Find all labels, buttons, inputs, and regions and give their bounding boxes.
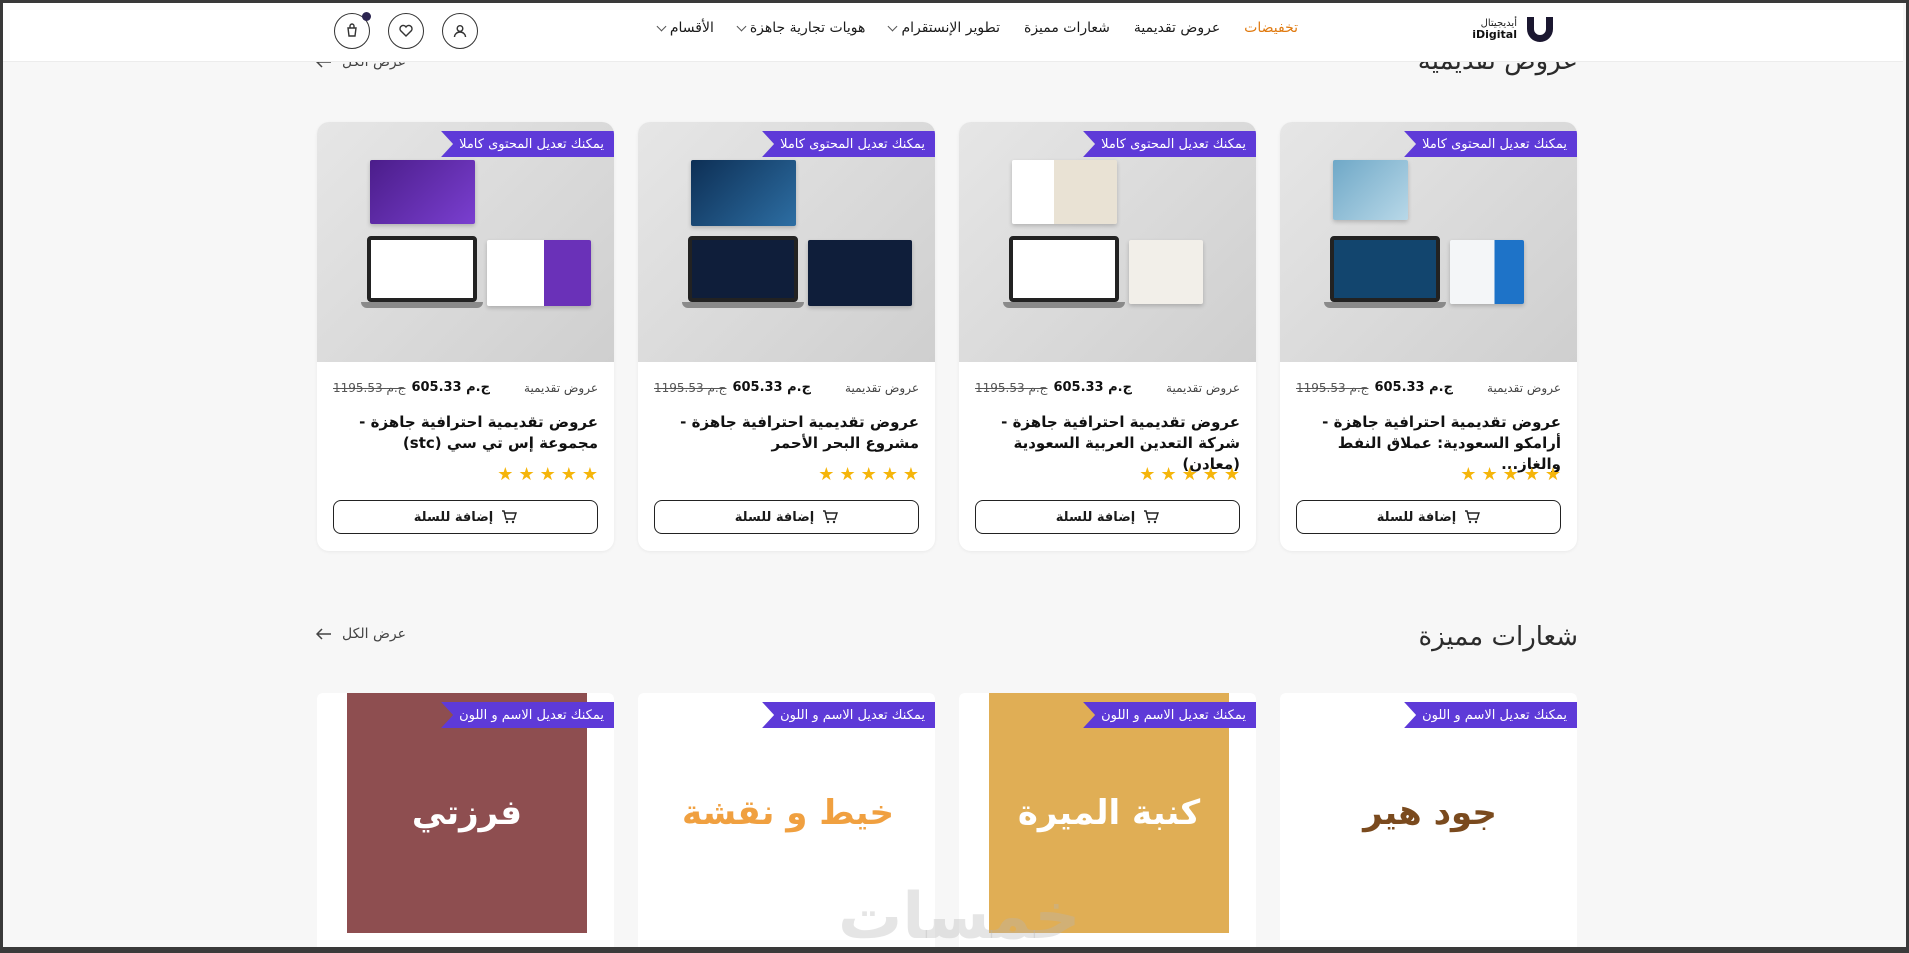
old-price: 1195.53 ج.م	[975, 380, 1048, 395]
old-price: 1195.53 ج.م	[654, 380, 727, 395]
nav-label: هويات تجارية جاهزة	[749, 20, 866, 36]
product-ribbon: يمكنك تعديل المحتوى كاملا	[762, 131, 935, 157]
add-to-cart-button[interactable]: إضافة للسلة	[1296, 500, 1561, 534]
cart-button[interactable]	[334, 12, 371, 49]
add-to-cart-button[interactable]: إضافة للسلة	[654, 500, 919, 534]
chevron-down-icon	[887, 21, 898, 31]
nav-label: تخفيضات	[1244, 20, 1298, 36]
watermark: خمسات	[838, 880, 1081, 953]
chevron-down-icon	[736, 21, 747, 31]
nav-presentations[interactable]: عروض تقديمية	[1134, 20, 1220, 36]
main-nav: الأقسام هويات تجارية جاهزة تطوير الإنستق…	[656, 20, 1298, 36]
product-category: عروض تقديمية	[524, 380, 598, 395]
cart-icon	[1465, 510, 1481, 524]
rating-stars: ★ ★ ★ ★ ★	[1139, 464, 1240, 485]
add-to-cart-label: إضافة للسلة	[1376, 509, 1457, 525]
product-title[interactable]: عروض تقديمية احترافية جاهزة - مجموعة إس …	[333, 412, 598, 454]
rating-stars: ★ ★ ★ ★ ★	[818, 464, 919, 485]
product-title[interactable]: عروض تقديمية احترافية جاهزة - مشروع البح…	[654, 412, 919, 454]
current-price: 605.33 ج.م	[732, 380, 811, 395]
view-all-label: عرض الكل	[342, 626, 406, 642]
logo-english-text: iDigital	[1472, 28, 1517, 42]
nav-label: شعارات مميزة	[1023, 20, 1110, 36]
product-card[interactable]: يمكنك تعديل المحتوى كاملا 1195.53 ج.م 60…	[959, 122, 1256, 551]
logo-artwork-text: جود هير	[1363, 793, 1497, 833]
arrow-left-icon	[316, 628, 331, 640]
product-thumbnail	[959, 122, 1256, 362]
cart-badge	[362, 12, 371, 21]
nav-label: عروض تقديمية	[1133, 20, 1221, 36]
logo-artwork: جود هير	[1310, 693, 1550, 933]
product-card[interactable]: يمكنك تعديل المحتوى كاملا 1195.53 ج.م 60…	[1280, 122, 1577, 551]
product-prices: 1195.53 ج.م 605.33 ج.م	[333, 380, 490, 395]
logo-artwork-text: كنبة الميرة	[1017, 793, 1201, 833]
product-ribbon: يمكنك تعديل المحتوى كاملا	[441, 131, 614, 157]
add-to-cart-button[interactable]: إضافة للسلة	[333, 500, 598, 534]
product-prices: 1195.53 ج.م 605.33 ج.م	[975, 380, 1132, 395]
product-category: عروض تقديمية	[1166, 380, 1240, 395]
add-to-cart-label: إضافة للسلة	[1055, 509, 1136, 525]
logo-ribbon: يمكنك تعديل الاسم و اللون	[762, 702, 935, 728]
logo-ribbon: يمكنك تعديل الاسم و اللون	[1083, 702, 1256, 728]
header-actions	[334, 12, 478, 49]
old-price: 1195.53 ج.م	[1296, 380, 1369, 395]
user-icon	[453, 25, 467, 38]
logo-card[interactable]: جود هير يمكنك تعديل الاسم و اللون	[1280, 693, 1577, 953]
logo-mark-icon	[1523, 15, 1557, 45]
rating-stars: ★ ★ ★ ★ ★	[497, 464, 598, 485]
nav-label: الأقسام	[669, 20, 714, 36]
nav-label: تطوير الإنستقرام	[901, 20, 1000, 36]
product-category: عروض تقديمية	[1487, 380, 1561, 395]
logo-artwork-text: فرزتي	[411, 793, 523, 833]
product-card[interactable]: يمكنك تعديل المحتوى كاملا 1195.53 ج.م 60…	[638, 122, 935, 551]
cart-icon	[347, 23, 357, 37]
product-thumbnail	[317, 122, 614, 362]
product-card[interactable]: يمكنك تعديل المحتوى كاملا 1195.53 ج.م 60…	[317, 122, 614, 551]
product-prices: 1195.53 ج.م 605.33 ج.م	[654, 380, 811, 395]
current-price: 605.33 ج.م	[411, 380, 490, 395]
nav-brand-identities[interactable]: هويات تجارية جاهزة	[736, 20, 866, 36]
cart-icon	[502, 510, 518, 524]
account-button[interactable]	[442, 13, 478, 49]
view-all-logos[interactable]: عرض الكل	[316, 626, 406, 642]
nav-sale[interactable]: تخفيضات	[1244, 20, 1298, 36]
site-logo[interactable]: أيديجيتال iDigital	[1465, 14, 1557, 46]
heart-icon	[399, 24, 413, 37]
logo-artwork-text: خيط و نقشة	[681, 793, 895, 833]
add-to-cart-button[interactable]: إضافة للسلة	[975, 500, 1240, 534]
old-price: 1195.53 ج.م	[333, 380, 406, 395]
product-thumbnail	[1280, 122, 1577, 362]
logo-artwork: فرزتي	[347, 693, 587, 933]
logo-card[interactable]: فرزتي يمكنك تعديل الاسم و اللون	[317, 693, 614, 953]
rating-stars: ★ ★ ★ ★ ★	[1460, 464, 1561, 485]
product-ribbon: يمكنك تعديل المحتوى كاملا	[1404, 131, 1577, 157]
product-category: عروض تقديمية	[845, 380, 919, 395]
add-to-cart-label: إضافة للسلة	[413, 509, 494, 525]
chevron-down-icon	[656, 21, 667, 31]
section-title-logos: شعارات مميزة	[1418, 622, 1578, 652]
nav-instagram[interactable]: تطوير الإنستقرام	[887, 20, 1000, 36]
site-header: أيديجيتال iDigital الأقسام هويات تجارية …	[0, 0, 1903, 62]
current-price: 605.33 ج.م	[1053, 380, 1132, 395]
product-ribbon: يمكنك تعديل المحتوى كاملا	[1083, 131, 1256, 157]
add-to-cart-label: إضافة للسلة	[734, 509, 815, 525]
current-price: 605.33 ج.م	[1374, 380, 1453, 395]
cart-icon	[1144, 510, 1160, 524]
product-prices: 1195.53 ج.م 605.33 ج.م	[1296, 380, 1453, 395]
logo-ribbon: يمكنك تعديل الاسم و اللون	[441, 702, 614, 728]
logo-ribbon: يمكنك تعديل الاسم و اللون	[1404, 702, 1577, 728]
nav-logos[interactable]: شعارات مميزة	[1024, 20, 1110, 36]
nav-categories[interactable]: الأقسام	[656, 20, 714, 36]
cart-icon	[823, 510, 839, 524]
product-thumbnail	[638, 122, 935, 362]
wishlist-button[interactable]	[388, 13, 424, 49]
